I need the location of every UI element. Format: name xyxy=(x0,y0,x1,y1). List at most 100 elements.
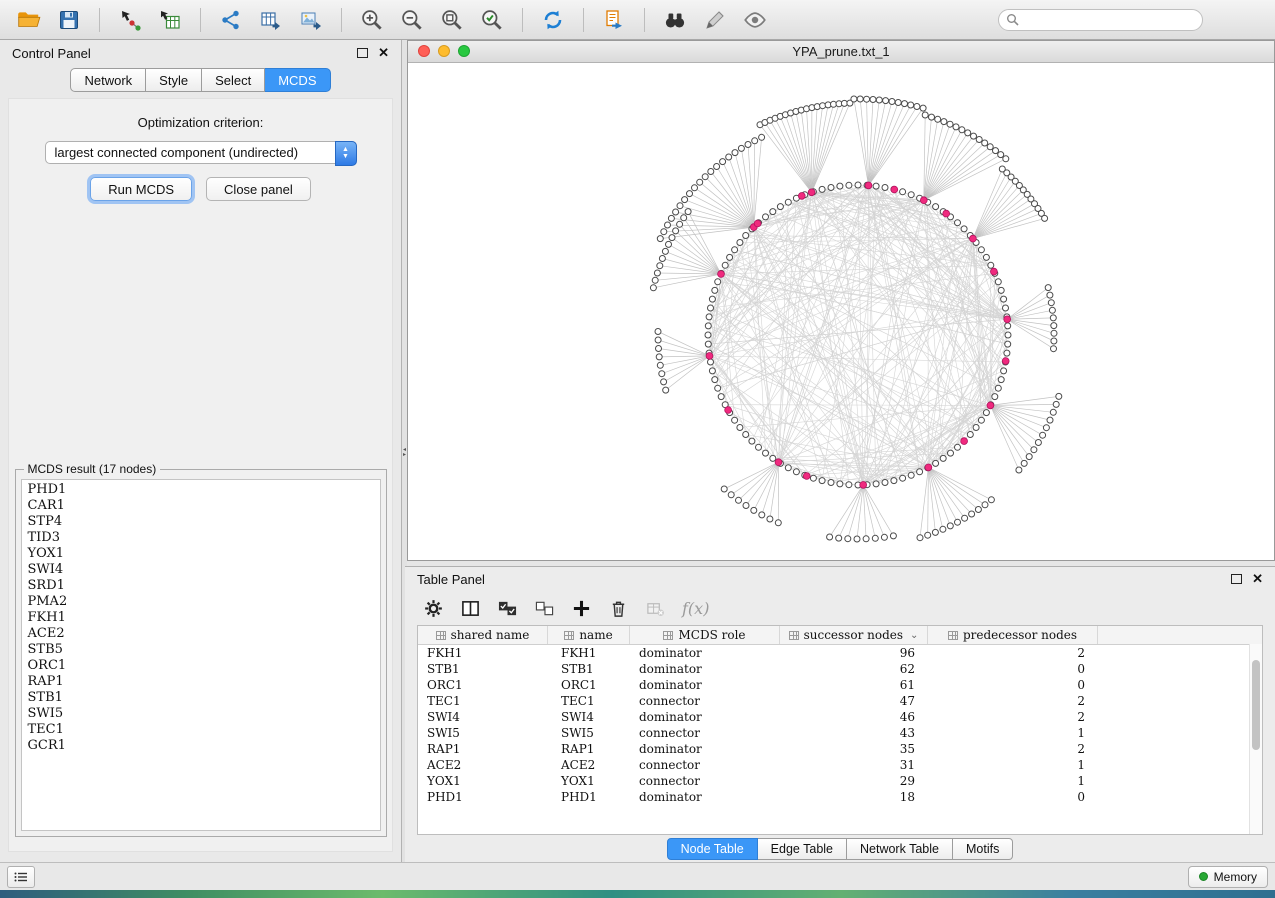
add-column-button[interactable] xyxy=(571,598,591,618)
table-cell: 46 xyxy=(780,709,928,725)
mcds-result-item[interactable]: FKH1 xyxy=(22,610,380,626)
close-panel-icon[interactable]: ✕ xyxy=(1252,573,1263,585)
table-cell: 2 xyxy=(928,693,1098,709)
refresh-layout-button[interactable] xyxy=(534,5,572,35)
tab-network-table[interactable]: Network Table xyxy=(847,838,953,860)
mcds-result-item[interactable]: SWI5 xyxy=(22,706,380,722)
column-header-MCDS-role[interactable]: MCDS role xyxy=(630,626,780,644)
copy-network-button[interactable] xyxy=(595,5,633,35)
scrollbar-thumb[interactable] xyxy=(1252,660,1260,750)
mcds-result-item[interactable]: ORC1 xyxy=(22,658,380,674)
mcds-result-item[interactable]: YOX1 xyxy=(22,546,380,562)
columns-icon xyxy=(461,599,480,618)
mcds-result-item[interactable]: TID3 xyxy=(22,530,380,546)
float-panel-icon[interactable] xyxy=(1231,574,1242,584)
deselect-all-button[interactable] xyxy=(534,598,554,618)
table-row[interactable]: STB1STB1dominator620 xyxy=(418,661,1262,677)
table-scrollbar[interactable] xyxy=(1249,644,1262,834)
table-row[interactable]: PHD1PHD1dominator180 xyxy=(418,789,1262,805)
close-window-icon[interactable] xyxy=(418,45,430,57)
tab-edge-table[interactable]: Edge Table xyxy=(758,838,847,860)
mcds-result-item[interactable]: CAR1 xyxy=(22,498,380,514)
column-header-name[interactable]: name xyxy=(548,626,630,644)
save-session-button[interactable] xyxy=(50,5,88,35)
column-header-successor-nodes[interactable]: successor nodes⌄ xyxy=(780,626,928,644)
table-cell: 31 xyxy=(780,757,928,773)
table-settings-button[interactable] xyxy=(423,598,443,618)
tab-network[interactable]: Network xyxy=(70,68,146,92)
table-row[interactable]: YOX1YOX1connector291 xyxy=(418,773,1262,789)
toolbar-separator xyxy=(583,8,584,32)
table-cell: ACE2 xyxy=(418,757,548,773)
zoom-out-button[interactable] xyxy=(393,5,431,35)
tab-style[interactable]: Style xyxy=(146,68,202,92)
first-neighbors-button[interactable] xyxy=(656,5,694,35)
table-row[interactable]: SWI4SWI4dominator462 xyxy=(418,709,1262,725)
show-hide-button[interactable] xyxy=(736,5,774,35)
import-network-button[interactable] xyxy=(111,5,149,35)
mcds-result-item[interactable]: ACE2 xyxy=(22,626,380,642)
close-panel-button[interactable]: Close panel xyxy=(206,177,311,201)
zoom-selected-button[interactable] xyxy=(473,5,511,35)
tab-node-table[interactable]: Node Table xyxy=(667,838,758,860)
mcds-result-list[interactable]: PHD1CAR1STP4TID3YOX1SWI4SRD1PMA2FKH1ACE2… xyxy=(21,479,381,831)
refresh-icon xyxy=(540,7,566,33)
tab-mcds[interactable]: MCDS xyxy=(265,68,330,92)
mcds-result-item[interactable]: GCR1 xyxy=(22,738,380,754)
mcds-result-item[interactable]: SWI4 xyxy=(22,562,380,578)
export-network-button[interactable] xyxy=(212,5,250,35)
task-history-button[interactable] xyxy=(7,866,35,888)
table-cell: ACE2 xyxy=(548,757,630,773)
mcds-result-item[interactable]: STP4 xyxy=(22,514,380,530)
column-grid-icon xyxy=(663,631,673,640)
table-cell: connector xyxy=(630,725,780,741)
select-all-button[interactable] xyxy=(497,598,517,618)
select-all-icon xyxy=(498,599,517,618)
table-row[interactable]: ACE2ACE2connector311 xyxy=(418,757,1262,773)
mcds-result-item[interactable]: SRD1 xyxy=(22,578,380,594)
delete-column-button[interactable] xyxy=(608,598,628,618)
table-cell: FKH1 xyxy=(418,645,548,661)
network-canvas[interactable] xyxy=(408,63,1274,561)
import-table-button[interactable] xyxy=(151,5,189,35)
style-tool-button[interactable] xyxy=(696,5,734,35)
table-row[interactable]: FKH1FKH1dominator962 xyxy=(418,645,1262,661)
mcds-result-item[interactable]: RAP1 xyxy=(22,674,380,690)
column-header-predecessor-nodes[interactable]: predecessor nodes xyxy=(928,626,1098,644)
maximize-window-icon[interactable] xyxy=(458,45,470,57)
network-graph[interactable] xyxy=(408,63,1274,561)
network-window-titlebar[interactable]: YPA_prune.txt_1 xyxy=(408,41,1274,63)
table-cell: connector xyxy=(630,773,780,789)
run-mcds-button[interactable]: Run MCDS xyxy=(90,177,192,201)
trash-icon xyxy=(609,599,628,618)
export-image-button[interactable] xyxy=(292,5,330,35)
zoom-fit-button[interactable] xyxy=(433,5,471,35)
tab-select[interactable]: Select xyxy=(202,68,265,92)
mcds-result-item[interactable]: STB1 xyxy=(22,690,380,706)
table-cell: 35 xyxy=(780,741,928,757)
export-table-button[interactable] xyxy=(252,5,290,35)
table-row[interactable]: SWI5SWI5connector431 xyxy=(418,725,1262,741)
criterion-dropdown[interactable]: largest connected component (undirected)… xyxy=(45,141,357,164)
tab-motifs[interactable]: Motifs xyxy=(953,838,1013,860)
table-cell: dominator xyxy=(630,661,780,677)
float-panel-icon[interactable] xyxy=(357,48,368,58)
show-columns-button[interactable] xyxy=(460,598,480,618)
mcds-result-item[interactable]: TEC1 xyxy=(22,722,380,738)
open-session-button[interactable] xyxy=(10,5,48,35)
zoom-in-button[interactable] xyxy=(353,5,391,35)
table-row[interactable]: TEC1TEC1connector472 xyxy=(418,693,1262,709)
open-folder-icon xyxy=(16,7,42,33)
close-panel-icon[interactable]: ✕ xyxy=(378,47,389,59)
search-input[interactable] xyxy=(998,9,1203,31)
mcds-result-item[interactable]: PMA2 xyxy=(22,594,380,610)
table-row[interactable]: ORC1ORC1dominator610 xyxy=(418,677,1262,693)
table-row[interactable]: RAP1RAP1dominator352 xyxy=(418,741,1262,757)
column-header-shared-name[interactable]: shared name xyxy=(418,626,548,644)
memory-button[interactable]: Memory xyxy=(1188,866,1268,888)
table-cell: SWI5 xyxy=(418,725,548,741)
minimize-window-icon[interactable] xyxy=(438,45,450,57)
mcds-result-item[interactable]: PHD1 xyxy=(22,482,380,498)
window-controls xyxy=(418,45,470,57)
mcds-result-item[interactable]: STB5 xyxy=(22,642,380,658)
